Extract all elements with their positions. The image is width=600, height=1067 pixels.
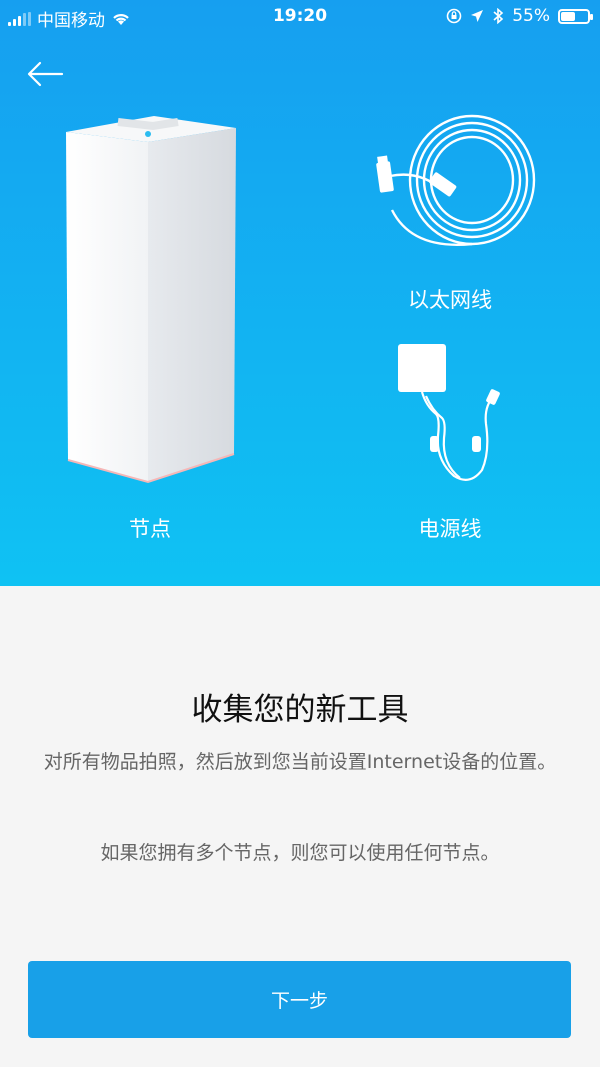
power-cable-label: 电源线 [418, 517, 482, 541]
lock-rotation-icon [446, 8, 462, 24]
bluetooth-icon [493, 8, 504, 24]
status-right: 55% [446, 6, 593, 26]
arrow-left-icon [27, 61, 64, 87]
battery-percent: 55% [512, 6, 550, 26]
next-button[interactable]: 下一步 [28, 961, 571, 1038]
status-bar: 中国移动 19:20 55% [0, 0, 600, 32]
ethernet-label: 以太网线 [408, 288, 492, 312]
back-button[interactable] [24, 56, 68, 92]
instruction-text: 对所有物品拍照，然后放到您当前设置Internet设备的位置。 [43, 751, 557, 773]
battery-icon [558, 8, 593, 24]
ethernet-cable-image [376, 114, 536, 246]
power-adapter-image [398, 344, 500, 481]
node-label: 节点 [129, 517, 171, 541]
node-device-image [66, 116, 236, 484]
location-icon [471, 10, 484, 22]
battery-fill [561, 11, 576, 21]
page-title: 收集您的新工具 [191, 692, 409, 728]
hero-section: 中国移动 19:20 55% 节点 以太网线 电源线 [0, 0, 600, 586]
content-section: 收集您的新工具 对所有物品拍照，然后放到您当前设置Internet设备的位置。 … [0, 586, 600, 1067]
multi-node-text: 如果您拥有多个节点，则您可以使用任何节点。 [100, 842, 500, 864]
